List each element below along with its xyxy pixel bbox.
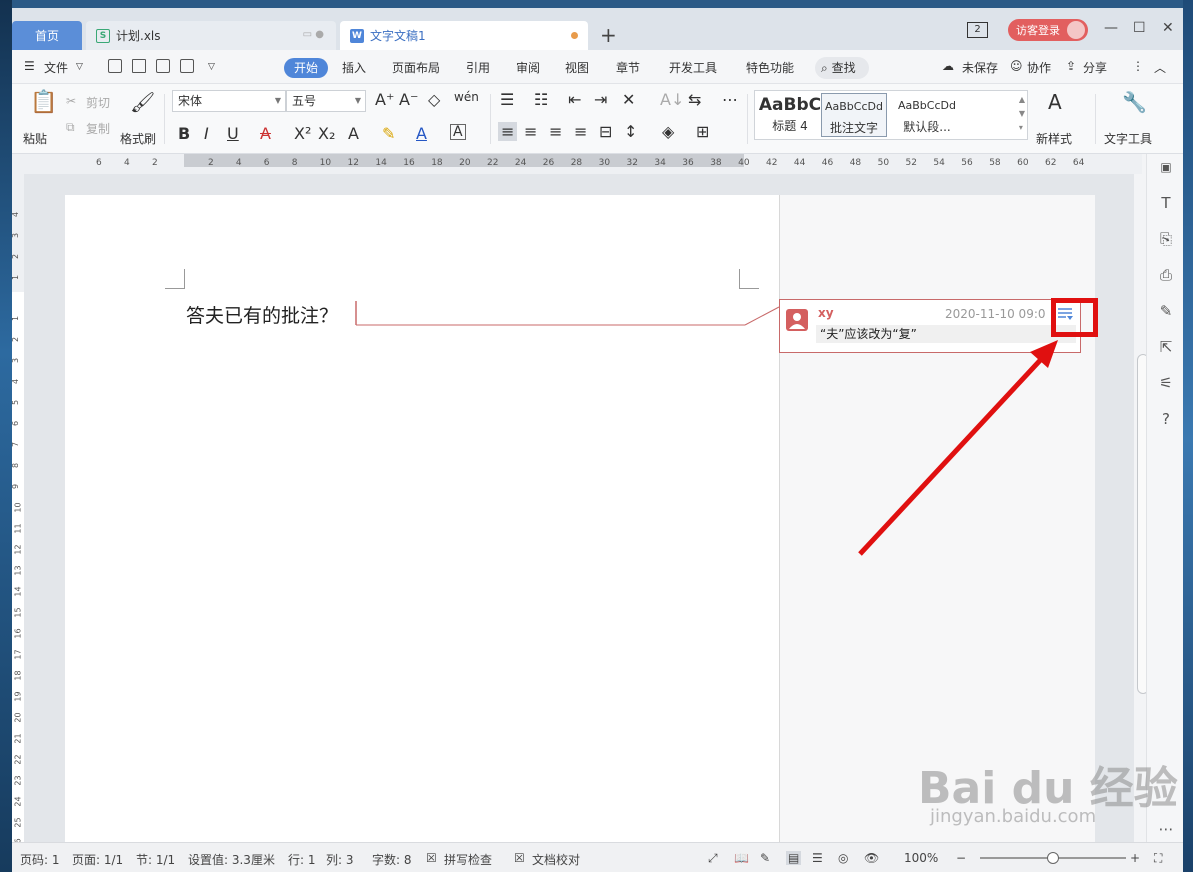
wps-writer-window: 首页 S 计划.xls ▭ ● W 文字文稿1 + 2 访客登录 — ☐ ✕ ☰… (12, 8, 1183, 872)
text-icon[interactable]: T (1157, 194, 1175, 212)
zoom-level[interactable]: 100% (904, 851, 938, 865)
spellcheck-button[interactable]: 拼写检查 (444, 851, 492, 868)
status-row[interactable]: 行: 1 (288, 851, 316, 868)
proofread-icon: ☒ (514, 851, 525, 865)
backup-icon[interactable]: ⎙ (1157, 266, 1175, 284)
outline-view-icon[interactable]: ☰ (812, 851, 823, 865)
status-page-number[interactable]: 页码: 1 (20, 851, 60, 868)
page-view-icon[interactable]: ▤ (786, 851, 802, 865)
desktop-background-left (0, 0, 12, 880)
eye-protect-icon[interactable]: 👁 (864, 851, 879, 865)
help-icon[interactable]: ? (1157, 410, 1175, 428)
status-pages[interactable]: 页面: 1/1 (72, 851, 123, 868)
watermark-url: jingyan.baidu.com (930, 806, 1097, 827)
status-column[interactable]: 列: 3 (326, 851, 354, 868)
status-word-count[interactable]: 字数: 8 (372, 851, 412, 868)
document-settings-icon[interactable]: ⎘ (1157, 230, 1175, 248)
status-setting[interactable]: 设置值: 3.3厘米 (188, 851, 275, 868)
fullscreen-icon[interactable]: ⤢ (708, 851, 718, 866)
zoom-slider-thumb[interactable] (1047, 852, 1059, 864)
status-bar: 页码: 1 页面: 1/1 节: 1/1 设置值: 3.3厘米 行: 1 列: … (12, 842, 1183, 872)
spellcheck-icon: ☒ (426, 851, 437, 865)
more-icon[interactable]: ⋯ (1157, 820, 1175, 838)
collapse-panel-icon[interactable]: ▣ (1157, 160, 1175, 178)
zoom-out-button[interactable]: − (956, 851, 966, 865)
settings-sliders-icon[interactable]: ⚟ (1157, 374, 1175, 392)
edit-mode-icon[interactable]: ✎ (760, 851, 770, 865)
zoom-slider[interactable] (980, 852, 1126, 864)
status-section[interactable]: 节: 1/1 (136, 851, 175, 868)
select-cursor-icon[interactable]: ⇱ (1157, 338, 1175, 356)
annotation-arrow (858, 340, 1058, 556)
right-side-toolbar: ▣ T ⎘ ⎙ ✎ ⇱ ⚟ ? ⋯ (1146, 154, 1183, 842)
proofread-button[interactable]: 文档校对 (532, 851, 580, 868)
zoom-in-button[interactable]: + (1130, 851, 1140, 865)
pen-icon[interactable]: ✎ (1157, 302, 1175, 320)
fit-page-icon[interactable]: ⛶ (1154, 851, 1162, 866)
background-window-strip (0, 872, 1193, 880)
desktop-background-right (1183, 0, 1193, 880)
web-view-icon[interactable]: ◎ (838, 851, 848, 865)
read-mode-icon[interactable]: 📖 (734, 851, 749, 865)
